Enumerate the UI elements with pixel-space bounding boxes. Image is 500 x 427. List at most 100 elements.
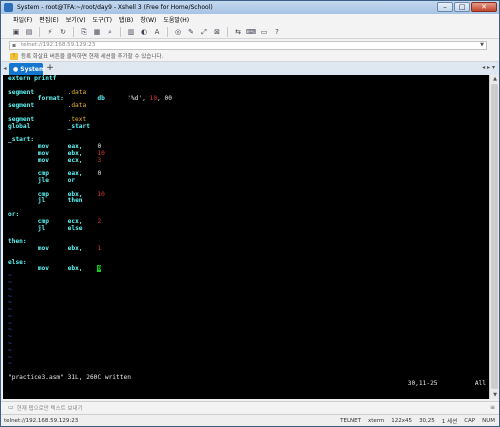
menu-help[interactable]: 도움말(H) [163,15,189,24]
status-connection: telnet://192.168.59.129:23 [4,417,79,424]
compose-icon[interactable]: ▭ [259,27,269,37]
menu-icon[interactable]: ≡ [490,404,495,411]
terminal-lines: extern printf segment .data format: db '%… [8,75,489,368]
terminal-text: 0 [97,170,102,178]
terminal-line: ~ [8,313,489,321]
scroll-down-icon[interactable]: ▼ [490,391,500,399]
terminal-text: 2 [97,217,102,225]
terminal-scrollbar[interactable]: ▲ ▼ [489,75,499,399]
terminal-text: db [97,95,105,103]
terminal-screen[interactable]: extern printf segment .data format: db '%… [3,75,489,399]
terminal-text: _start [67,122,90,130]
terminal-line: ~ [8,327,489,334]
menu-file[interactable]: 파일(F) [13,15,32,24]
terminal-text: extern printf [8,75,57,82]
scroll-up-icon[interactable]: ▲ [490,75,500,83]
menu-tab[interactable]: 탭(B) [119,15,133,24]
terminal-text: .data [67,102,87,110]
window-controls: – □ ✕ [437,2,497,12]
address-bar: ▪ telnet://192.168.59.129:23 ▼ [1,39,499,51]
terminal-text: ebx, [67,265,83,273]
terminal-line: segment .data [8,102,489,110]
open-folder-icon[interactable]: ▤ [24,27,34,37]
address-field[interactable]: ▪ telnet://192.168.59.129:23 ▼ [9,40,487,50]
terminal-line: cmp eax, 0 [8,170,489,178]
menu-window[interactable]: 창(W) [140,15,156,24]
vim-cursor-position: 30,11-25 [407,380,438,388]
xshell-app-icon [4,3,13,12]
terminal-text: 1 [97,244,102,252]
session-icon: ▪ [12,41,17,49]
status-num: NUM [482,417,495,424]
script-icon[interactable]: ✎ [186,27,196,37]
terminal-text: jl [8,224,46,232]
terminal-line: jl then [8,197,489,205]
find-icon[interactable]: ⌕ [105,27,115,37]
font-icon[interactable]: A [152,27,162,37]
terminal-line: mov ebx, 0 [8,265,489,273]
title-bar[interactable]: System - root@TFA:~/root/day9 - Xshell 3… [1,1,499,14]
chevron-down-icon[interactable]: ▼ [478,42,486,48]
color-scheme-icon[interactable]: ◐ [139,27,149,37]
status-term: xterm [367,417,385,424]
minimize-icon[interactable]: – [437,2,453,12]
scrollbar-thumb[interactable] [491,84,498,389]
new-session-icon[interactable]: ▣ [11,27,21,37]
help-icon[interactable]: ? [272,27,282,37]
terminal-line: ~ [8,340,489,348]
lock-icon[interactable]: ⊠ [212,27,222,37]
terminal-line: ~ [8,299,489,307]
globe-icon[interactable]: ◎ [173,27,183,37]
terminal-line: global _start [8,122,489,131]
menu-edit[interactable]: 편집(E) [39,15,59,24]
tab-scroll-left-icon[interactable]: ◂ [1,62,9,75]
reconnect-icon[interactable]: ↻ [58,27,68,37]
copy-icon[interactable]: ⎘ [79,27,89,37]
tab-label: System [20,65,46,73]
terminal-text: '%d' [127,95,143,103]
fullscreen-icon[interactable]: ⤢ [199,27,209,37]
transfer-icon[interactable]: ⇆ [233,27,243,37]
menu-view[interactable]: 보기(V) [66,15,86,24]
print-icon[interactable]: ▥ [126,27,136,37]
terminal-text: mov [8,156,49,164]
terminal-line: extern printf [8,75,489,83]
disconnect-icon[interactable]: ⚡ [45,27,55,37]
menu-bar: 파일(F) 편집(E) 보기(V) 도구(T) 탭(B) 창(W) 도움말(H) [1,14,499,25]
terminal-line: ~ [8,286,489,294]
status-bar: telnet://192.168.59.129:23 TELNET xterm … [1,414,499,426]
terminal-text: , [142,95,150,103]
terminal-text: 10 [97,190,105,198]
tab-system[interactable]: ● System [9,63,46,75]
terminal-line: ~ [8,320,489,328]
xshell-window: System - root@TFA:~/root/day9 - Xshell 3… [0,0,500,427]
terminal-text: 10 [149,95,158,103]
add-tab-button[interactable]: + [45,63,55,75]
paste-icon[interactable]: ▦ [92,27,102,37]
status-sessions: 1 세션 [441,418,458,425]
terminal-text: jle [8,176,49,184]
menu-tools[interactable]: 도구(T) [93,15,112,24]
info-bar: ! 등록 화살표 버튼을 클릭하면 현재 세션을 추가할 수 있습니다. [1,51,499,62]
tab-list-icon[interactable]: ◂ ▸ ▾ [482,64,495,71]
terminal-text: then [67,197,83,205]
info-icon: ! [10,52,18,60]
close-icon[interactable]: ✕ [471,2,497,12]
compose-bar[interactable]: ▭ 현재 탭으로만 텍스트 보내기 ≡ [1,401,499,413]
tab-bar: ◂ ● System + ◂ ▸ ▾ [1,62,499,75]
terminal-text: ebx, [67,244,83,252]
maximize-icon[interactable]: □ [454,2,470,12]
keyboard-icon[interactable]: ⌨ [246,27,256,37]
